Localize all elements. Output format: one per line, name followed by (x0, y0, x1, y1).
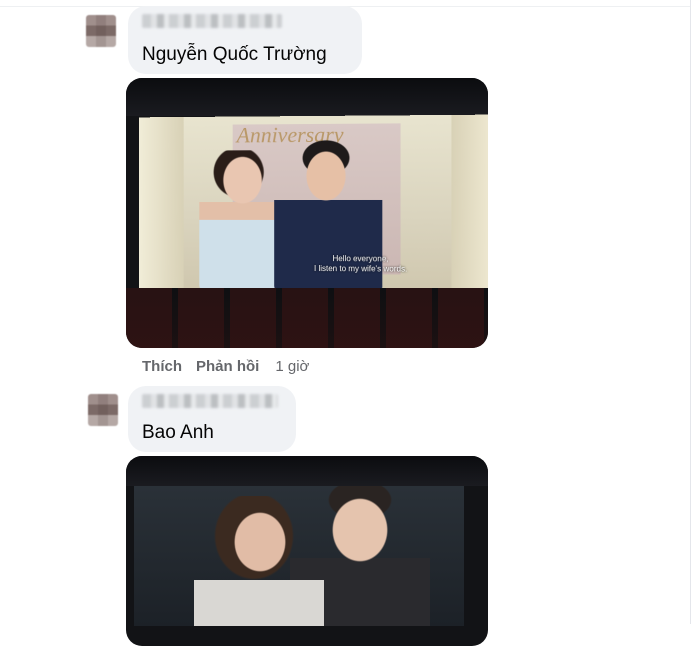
comment-bubble: Nguyễn Quốc Trường (128, 6, 362, 74)
comment-text: Nguyễn Quốc Trường (142, 44, 327, 65)
divider (690, 0, 691, 624)
like-button[interactable]: Thích (142, 358, 182, 375)
comment-bubble: Bao Anh (128, 386, 296, 452)
theater-ceiling (126, 456, 488, 486)
reply-button[interactable]: Phản hồi (196, 358, 259, 375)
movie-subtitle: Hello everyone, I listen to my wife's wo… (313, 254, 408, 274)
blurred-username (142, 394, 278, 408)
blurred-username (142, 14, 282, 28)
comment-actions: Thích Phản hồi 1 giờ (142, 358, 309, 375)
comment-photo[interactable]: Anniversary Hello everyone, I listen to … (126, 78, 488, 348)
theater-seats (126, 288, 488, 348)
comment-text: Bao Anh (142, 422, 214, 443)
cinema-screen: Anniversary Hello everyone, I listen to … (138, 114, 488, 294)
theater-ceiling (126, 78, 488, 116)
comment-timestamp[interactable]: 1 giờ (275, 358, 309, 375)
actress-figure (194, 496, 324, 626)
actress-figure (199, 150, 283, 292)
avatar[interactable] (86, 15, 116, 47)
comment-photo[interactable] (126, 456, 488, 646)
cinema-screen (134, 486, 464, 626)
avatar[interactable] (88, 394, 118, 426)
